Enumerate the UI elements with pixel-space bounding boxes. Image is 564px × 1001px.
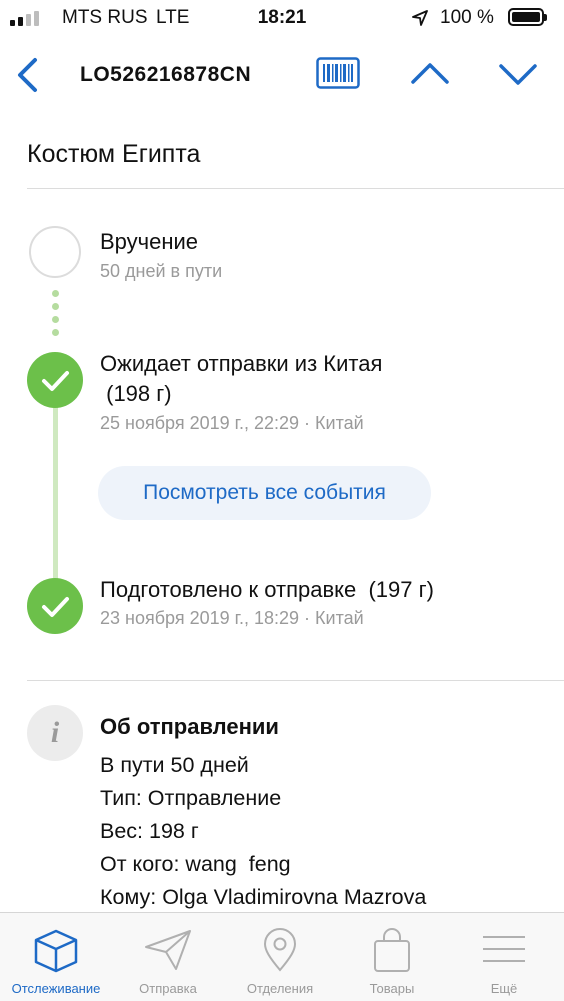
info-line: От кого: wang feng <box>100 852 291 876</box>
chevron-up-icon[interactable] <box>410 60 450 86</box>
timeline-dot <box>52 316 59 323</box>
tracking-number: LO526216878CN <box>80 63 252 86</box>
event-title: Подготовлено к отправке (197 г) <box>100 577 434 602</box>
battery-percent: 100 % <box>440 7 494 28</box>
divider <box>27 188 564 189</box>
tab-label: Ещё <box>490 981 518 996</box>
tab-bar: Отслеживание Отправка Отделения Товары Е… <box>0 912 564 1001</box>
location-arrow-icon <box>412 10 428 26</box>
parcel-title: Костюм Египта <box>27 140 201 168</box>
tab-label: Товары <box>369 981 415 996</box>
shopping-bag-icon <box>374 928 410 972</box>
tab-offices[interactable]: Отделения <box>224 913 336 1001</box>
battery-icon <box>508 8 547 26</box>
back-chevron-icon[interactable] <box>14 57 40 93</box>
paper-plane-icon <box>145 930 191 970</box>
tab-label: Отправка <box>139 981 197 996</box>
info-line: Вес: 198 г <box>100 819 199 843</box>
menu-lines-icon <box>483 936 525 962</box>
tab-goods[interactable]: Товары <box>336 913 448 1001</box>
event-meta: 23 ноября 2019 г., 18:29 · Китай <box>100 608 364 628</box>
event-weight: (198 г) <box>100 381 172 406</box>
event-title: Ожидает отправки из Китая <box>100 351 383 376</box>
delivery-status-title: Вручение <box>100 229 199 254</box>
barcode-icon[interactable] <box>316 57 360 89</box>
tab-label: Отделения <box>246 981 314 996</box>
event-done-check-icon <box>27 578 83 634</box>
timeline-dot <box>52 329 59 336</box>
tab-label: Отслеживание <box>11 981 101 996</box>
timeline-dot <box>52 303 59 310</box>
navigation-bar: LO526216878CN <box>0 44 564 106</box>
status-bar: MTS RUS LTE 18:21 100 % <box>0 0 564 36</box>
divider <box>27 680 564 681</box>
info-line: Тип: Отправление <box>100 786 282 810</box>
info-line: Кому: Olga Vladimirovna Mazrova <box>100 885 427 909</box>
info-heading: Об отправлении <box>100 714 279 739</box>
tab-tracking[interactable]: Отслеживание <box>0 913 112 1001</box>
info-icon: i <box>27 705 83 761</box>
event-done-check-icon <box>27 352 83 408</box>
chevron-down-icon[interactable] <box>498 62 538 88</box>
box-icon <box>34 929 78 973</box>
event-meta: 25 ноября 2019 г., 22:29 · Китай <box>100 413 364 433</box>
timeline-dot <box>52 290 59 297</box>
tab-send[interactable]: Отправка <box>112 913 224 1001</box>
view-all-events-button[interactable]: Посмотреть все события <box>98 466 431 520</box>
timeline-line <box>53 400 58 585</box>
tab-more[interactable]: Ещё <box>448 913 560 1001</box>
info-line: В пути 50 дней <box>100 753 249 777</box>
delivery-status-subtitle: 50 дней в пути <box>100 261 223 281</box>
delivery-pending-circle-icon <box>29 226 81 278</box>
map-pin-icon <box>263 928 297 972</box>
